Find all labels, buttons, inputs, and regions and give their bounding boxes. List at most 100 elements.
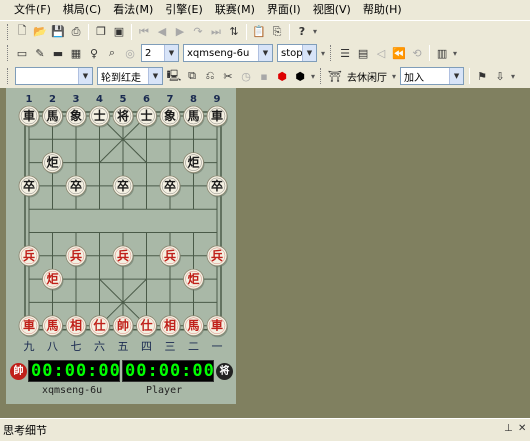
svg-text:卒: 卒 — [23, 178, 35, 193]
svg-text:車: 車 — [23, 108, 35, 123]
screen-icon[interactable]: 🖳 — [165, 67, 183, 85]
svg-text:兵: 兵 — [117, 248, 129, 263]
menu-item-7[interactable]: 帮助(H) — [357, 0, 408, 20]
toolbar-grip[interactable] — [320, 68, 323, 84]
download-icon[interactable]: ⇩ — [491, 67, 509, 85]
svg-text:士: 士 — [140, 108, 152, 123]
cut-icon[interactable]: ✂ — [219, 67, 237, 85]
chevron-down-icon[interactable]: ▼ — [148, 68, 162, 84]
red-clock: 00:00:00 — [28, 360, 120, 382]
block-icon[interactable]: ▪ — [255, 67, 273, 85]
menu-item-6[interactable]: 视图(V) — [307, 0, 357, 20]
xiangqi-board[interactable]: 123456789 九八七六五四三二一 車馬象士将士象馬車炬 炬卒卒卒卒卒兵兵兵兵… — [6, 88, 236, 356]
loop-icon[interactable]: ⟲ — [408, 44, 426, 62]
depth-select[interactable]: 2 ▼ — [141, 44, 179, 62]
move-list-icon[interactable]: ☰ — [336, 44, 354, 62]
engine-icon[interactable]: ▦ — [67, 44, 85, 62]
chevron-down-icon[interactable]: ▼ — [449, 68, 464, 84]
toolbar-overflow-icon[interactable]: ▾ — [311, 72, 315, 81]
network-toolbar: ▼ 轮到红走 ▼ 🖳 ⧉ ⎌ ✂ ◷ ▪ ⬢ ⬢ ▾ ⛩ 去休闲厅 ▾ 加入 ▼… — [0, 64, 530, 88]
menu-item-1[interactable]: 棋局(C) — [57, 0, 107, 20]
file-numbers-bottom: 九八七六五四三二一 — [24, 340, 223, 353]
edit-board-icon[interactable]: ✎ — [31, 44, 49, 62]
main-toolbar: 🗋 📂 💾 ⎙ ❐ ▣ ⏮ ◀ ▶ ↷ ⏭ ⇅ 📋 ⎘ ? ▾ — [0, 20, 530, 42]
flip-icon[interactable]: ⇅ — [225, 23, 243, 41]
copy-icon[interactable]: ❐ — [92, 23, 110, 41]
file-number-top: 9 — [214, 94, 221, 105]
toolbar-overflow-icon[interactable]: ▾ — [321, 49, 325, 58]
monitor-icon[interactable]: ▬ — [49, 44, 67, 62]
save-icon[interactable]: 💾 — [49, 23, 67, 41]
frame-icon[interactable]: ▣ — [110, 23, 128, 41]
svg-text:車: 車 — [211, 108, 223, 123]
black-clock: 00:00:00 — [122, 360, 214, 382]
board-window-icon[interactable]: ▭ — [13, 44, 31, 62]
engine-select[interactable]: xqmseng-6u ▼ — [183, 44, 273, 62]
toolbar-grip[interactable] — [7, 45, 10, 61]
clock-icon[interactable]: ◷ — [237, 67, 255, 85]
menu-item-0[interactable]: 文件(F) — [0, 0, 57, 20]
open-icon[interactable]: 📂 — [31, 23, 49, 41]
join-select[interactable]: 加入 ▼ — [400, 67, 465, 85]
last-move-icon[interactable]: ⏭ — [207, 23, 225, 41]
svg-text:将: 将 — [117, 108, 129, 123]
help-icon[interactable]: ? — [293, 23, 311, 41]
window-icon[interactable]: ▥ — [433, 44, 451, 62]
lobby-icon[interactable]: ⛩ — [326, 67, 344, 85]
turn-select[interactable]: 轮到红走 ▼ — [97, 67, 163, 85]
file-number-bottom: 七 — [71, 340, 82, 353]
menu-item-3[interactable]: 引擎(E) — [159, 0, 209, 20]
skip-back-icon[interactable]: ⏪ — [390, 44, 408, 62]
svg-text:炬: 炬 — [187, 272, 199, 286]
black-player-name: Player — [146, 385, 183, 396]
svg-text:卒: 卒 — [117, 178, 129, 193]
table-icon[interactable]: ▤ — [354, 44, 372, 62]
toolbar-grip[interactable] — [330, 45, 333, 61]
chevron-down-icon[interactable]: ▼ — [302, 45, 316, 61]
menu-item-2[interactable]: 看法(M) — [107, 0, 159, 20]
chevron-down-icon[interactable]: ▼ — [258, 45, 272, 61]
resign-icon[interactable]: ⚑ — [473, 67, 491, 85]
clock-bar: 帥 00:00:00 xqmseng-6u 00:00:00 将 Player — [6, 355, 236, 403]
black-piece-icon[interactable]: ⬢ — [291, 67, 309, 85]
toolbar-overflow-icon[interactable]: ▾ — [313, 27, 317, 36]
lobby-label[interactable]: 去休闲厅 — [347, 69, 387, 84]
play-back-icon[interactable]: ◁ — [372, 44, 390, 62]
file-number-bottom: 九 — [24, 340, 35, 353]
toolbar-grip[interactable] — [7, 23, 10, 40]
toolbar-overflow-icon[interactable]: ▾ — [453, 49, 457, 58]
menu-item-4[interactable]: 联赛(M) — [209, 0, 261, 20]
mode-select[interactable]: stop ▼ — [277, 44, 317, 62]
engine-toolbar: ▭ ✎ ▬ ▦ ♀ ⌕ ◎ 2 ▼ xqmseng-6u ▼ stop ▼ ▾ … — [0, 42, 530, 64]
red-piece-icon[interactable]: ⬢ — [273, 67, 291, 85]
board-copy-icon[interactable]: ⧉ — [183, 67, 201, 85]
clipboard-icon[interactable]: 📋 — [250, 23, 268, 41]
svg-text:卒: 卒 — [164, 178, 176, 193]
analysis-icon[interactable]: ◎ — [121, 44, 139, 62]
chevron-down-icon[interactable]: ▼ — [164, 45, 178, 61]
close-icon[interactable]: ✕ — [518, 423, 526, 434]
black-side-badge: 将 — [216, 363, 233, 380]
menu-bar: 文件(F) 棋局(C) 看法(M) 引擎(E) 联赛(M) 界面(I) 视图(V) 帮助(H) — [0, 0, 530, 20]
back-icon[interactable]: ◀ — [153, 23, 171, 41]
paste-icon[interactable]: ⎘ — [268, 23, 286, 41]
first-move-icon[interactable]: ⏮ — [135, 23, 153, 41]
file-number-bottom: 五 — [118, 340, 129, 353]
pin-icon[interactable]: ⊥ — [504, 423, 513, 434]
hint-icon[interactable]: ♀ — [85, 44, 103, 62]
menu-item-5[interactable]: 界面(I) — [261, 0, 307, 20]
toolbar-grip[interactable] — [7, 68, 10, 84]
forward-icon[interactable]: ▶ — [171, 23, 189, 41]
search-icon[interactable]: ⌕ — [103, 44, 121, 62]
chevron-down-icon[interactable]: ▼ — [78, 68, 92, 84]
new-game-icon[interactable]: 🗋 — [13, 23, 31, 41]
print-icon[interactable]: ⎙ — [67, 23, 85, 41]
svg-text:車: 車 — [23, 318, 35, 333]
svg-text:馬: 馬 — [46, 319, 58, 333]
chevron-down-icon[interactable]: ▾ — [392, 72, 396, 81]
server-select[interactable]: ▼ — [15, 67, 93, 85]
svg-text:相: 相 — [164, 318, 176, 333]
stamp-icon[interactable]: ⎌ — [201, 67, 219, 85]
toolbar-overflow-icon[interactable]: ▾ — [511, 72, 515, 81]
redo-icon[interactable]: ↷ — [189, 23, 207, 41]
